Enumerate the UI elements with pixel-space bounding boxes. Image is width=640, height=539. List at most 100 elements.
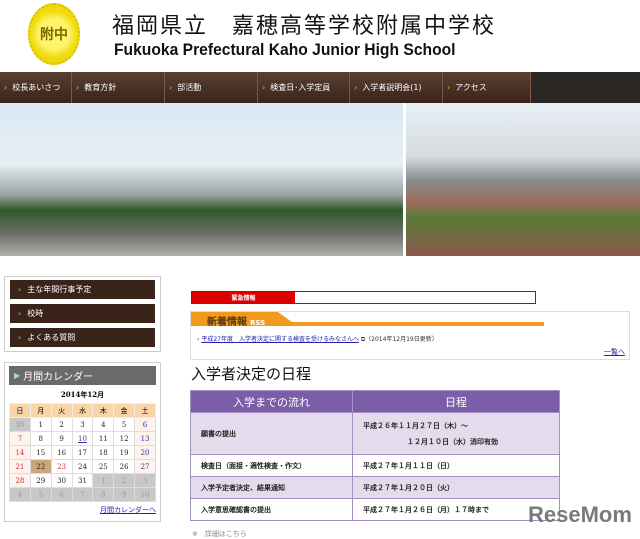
- calendar-day[interactable]: 11: [92, 431, 115, 446]
- calendar-day[interactable]: 10: [71, 431, 94, 446]
- chevron-right-icon: ›: [262, 83, 266, 92]
- nav-info-session[interactable]: › 入学者説明会(1): [350, 72, 443, 103]
- nav-access[interactable]: › アクセス: [443, 72, 531, 103]
- table-row: 検査日（面接・適性検査・作文） 平成２７年１月１１日（日）: [190, 454, 560, 477]
- link-label: 主な年間行事予定: [27, 285, 92, 294]
- monthly-calendar: ▶ 月間カレンダー 2014年12月 日月火水木金土 30 1 2 3 4 5 6 7 8 9 10 1…: [4, 362, 161, 522]
- calendar-day[interactable]: 8: [92, 487, 115, 502]
- calendar-day[interactable]: 2: [113, 473, 136, 488]
- calendar-day[interactable]: 7: [71, 487, 94, 502]
- calendar-header: ▶ 月間カレンダー: [9, 366, 156, 385]
- calendar-title: 月間カレンダー: [23, 372, 94, 383]
- school-front-photo: [0, 103, 403, 256]
- nav-label: 教育方針: [84, 83, 117, 92]
- weekday-header: 月: [29, 403, 52, 418]
- calendar-day[interactable]: 6: [134, 417, 156, 432]
- calendar-day[interactable]: 7: [9, 431, 31, 446]
- calendar-day[interactable]: 30: [50, 473, 73, 488]
- courtyard-photo: [403, 103, 640, 256]
- chevron-right-icon: ›: [354, 83, 358, 92]
- weekday-header: 水: [71, 403, 94, 418]
- news-item-date: （2014年12月19日更新）: [365, 336, 438, 343]
- calendar-day[interactable]: 23: [50, 459, 73, 474]
- step-cell: 願書の提出: [190, 412, 353, 455]
- calendar-day[interactable]: 15: [29, 445, 52, 460]
- link-label: よくある質問: [27, 333, 76, 342]
- news-box: 新着情報 RSS › 平成27年度 入学者決定に関する検査を受けるみなさんへ ⧉（…: [190, 311, 630, 360]
- date-cell: 平成２６年１１月２７日（木）～ １２月１０日（水）消印有効: [352, 412, 560, 455]
- school-emblem-logo[interactable]: 附中: [28, 3, 80, 65]
- calendar-day[interactable]: 31: [71, 473, 94, 488]
- weekday-header: 金: [113, 403, 136, 418]
- calendar-week: 21 22 23 24 25 26 27: [9, 459, 156, 474]
- calendar-day[interactable]: 21: [9, 459, 31, 474]
- nav-label: 校長あいさつ: [12, 83, 61, 92]
- sidebar-faq[interactable]: › よくある質問: [10, 328, 155, 347]
- weekday-header: 火: [50, 403, 73, 418]
- calendar-day[interactable]: 27: [134, 459, 156, 474]
- calendar-day[interactable]: 3: [71, 417, 94, 432]
- calendar-day[interactable]: 12: [113, 431, 136, 446]
- calendar-day[interactable]: 6: [50, 487, 73, 502]
- news-title: 新着情報 RSS: [207, 313, 265, 328]
- calendar-day[interactable]: 30: [9, 417, 31, 432]
- news-item: › 平成27年度 入学者決定に関する検査を受けるみなさんへ ⧉（2014年12月…: [197, 336, 438, 343]
- calendar-day[interactable]: 1: [92, 473, 115, 488]
- calendar-day[interactable]: 29: [29, 473, 52, 488]
- calendar-day[interactable]: 22: [29, 459, 52, 474]
- calendar-month: 2014年12月: [60, 390, 105, 399]
- calendar-day[interactable]: 24: [71, 459, 94, 474]
- calendar-day[interactable]: 28: [9, 473, 31, 488]
- calendar-day[interactable]: 13: [134, 431, 156, 446]
- step-cell: 入学意思確認書の提出: [190, 498, 353, 521]
- calendar-day[interactable]: 5: [29, 487, 52, 502]
- table-row: 願書の提出 平成２６年１１月２７日（木）～ １２月１０日（水）消印有効: [190, 412, 560, 455]
- weekday-header: 日: [9, 403, 31, 418]
- calendar-day[interactable]: 25: [92, 459, 115, 474]
- calendar-week: 30 1 2 3 4 5 6: [9, 417, 156, 432]
- calendar-day[interactable]: 9: [113, 487, 136, 502]
- calendar-day[interactable]: 4: [92, 417, 115, 432]
- monthly-calendar-link[interactable]: 月間カレンダーへ: [9, 505, 156, 515]
- col-header-date: 日程: [352, 390, 560, 413]
- chevron-right-icon: ›: [4, 83, 8, 92]
- chevron-right-icon: ›: [169, 83, 173, 92]
- calendar-day[interactable]: 14: [9, 445, 31, 460]
- calendar-day[interactable]: 3: [134, 473, 156, 488]
- rss-link[interactable]: RSS: [250, 319, 265, 327]
- calendar-day[interactable]: 5: [113, 417, 136, 432]
- hero-photos: [0, 103, 640, 256]
- site-header: 附中 福岡県立 嘉穂高等学校附属中学校 Fukuoka Prefectural …: [0, 0, 640, 70]
- arrow-icon: ▶: [14, 371, 21, 380]
- nav-principal-greeting[interactable]: › 校長あいさつ: [0, 72, 72, 103]
- resemom-watermark: ReseMom: [528, 502, 632, 527]
- calendar-week: 14 15 16 17 18 19 20: [9, 445, 156, 460]
- schedule-heading: 入学者決定の日程: [191, 365, 312, 383]
- step-cell: 検査日（面接・適性検査・作文）: [190, 454, 353, 477]
- calendar-day[interactable]: 17: [71, 445, 94, 460]
- calendar-day[interactable]: 18: [92, 445, 115, 460]
- calendar-day[interactable]: 2: [50, 417, 73, 432]
- news-list-link[interactable]: 一覧へ: [604, 347, 625, 357]
- date-cell: 平成２７年１月１１日（日）: [352, 454, 560, 477]
- calendar-day[interactable]: 10: [134, 487, 156, 502]
- calendar-day[interactable]: 9: [50, 431, 73, 446]
- calendar-day[interactable]: 20: [134, 445, 156, 460]
- calendar-day[interactable]: 19: [113, 445, 136, 460]
- footnote: ※ 詳細はこちら: [192, 530, 247, 538]
- schedule-table: 入学までの流れ 日程 願書の提出 平成２６年１１月２７日（木）～ １２月１０日（水）消…: [190, 390, 560, 521]
- sidebar-annual-events[interactable]: › 主な年間行事予定: [10, 280, 155, 299]
- calendar-day[interactable]: 26: [113, 459, 136, 474]
- nav-club-activities[interactable]: › 部活動: [165, 72, 258, 103]
- main-nav: › 校長あいさつ › 教育方針 › 部活動 › 検査日･入学定員 › 入学者説明会(1) …: [0, 72, 640, 103]
- nav-exam-date[interactable]: › 検査日･入学定員: [258, 72, 350, 103]
- calendar-day[interactable]: 8: [29, 431, 52, 446]
- calendar-day[interactable]: 4: [9, 487, 31, 502]
- calendar-day[interactable]: 16: [50, 445, 73, 460]
- emergency-label: 緊急情報: [192, 292, 295, 303]
- sidebar-school-hours[interactable]: › 校時: [10, 304, 155, 323]
- news-item-link[interactable]: 平成27年度 入学者決定に関する検査を受けるみなさんへ: [201, 336, 359, 343]
- calendar-day[interactable]: 1: [29, 417, 52, 432]
- nav-education-policy[interactable]: › 教育方針: [72, 72, 165, 103]
- chevron-right-icon: ›: [18, 309, 22, 318]
